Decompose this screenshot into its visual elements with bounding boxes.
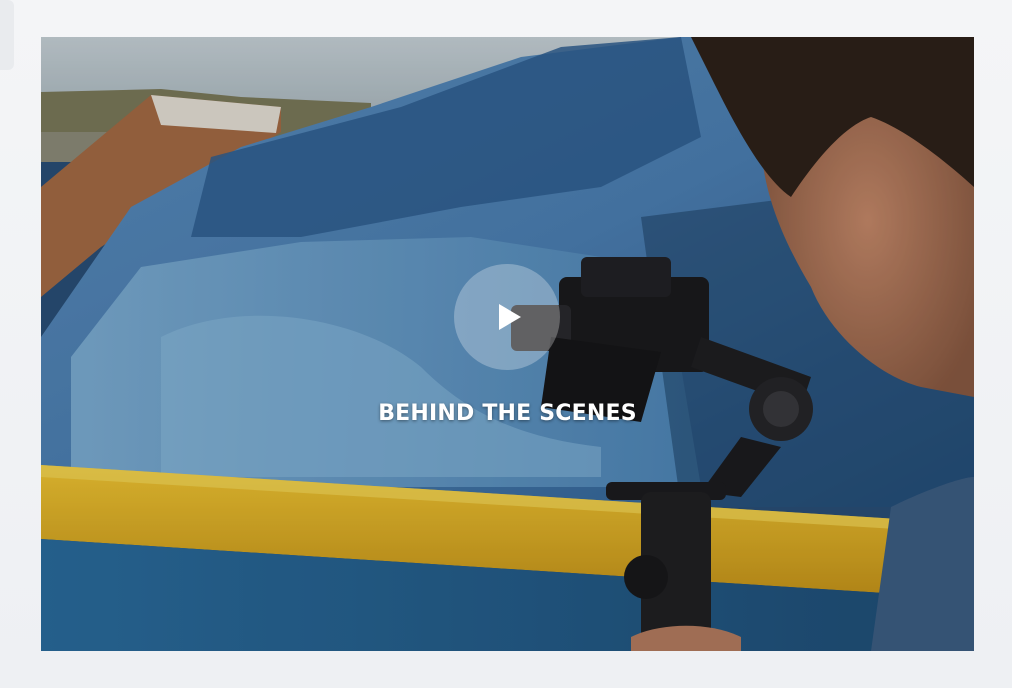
page: BEHIND THE SCENES (0, 0, 1012, 688)
play-button[interactable] (454, 264, 560, 370)
left-edge-panel (0, 0, 14, 70)
video-thumbnail[interactable]: BEHIND THE SCENES (41, 37, 974, 651)
video-title: BEHIND THE SCENES (378, 401, 637, 426)
play-icon (499, 304, 521, 330)
